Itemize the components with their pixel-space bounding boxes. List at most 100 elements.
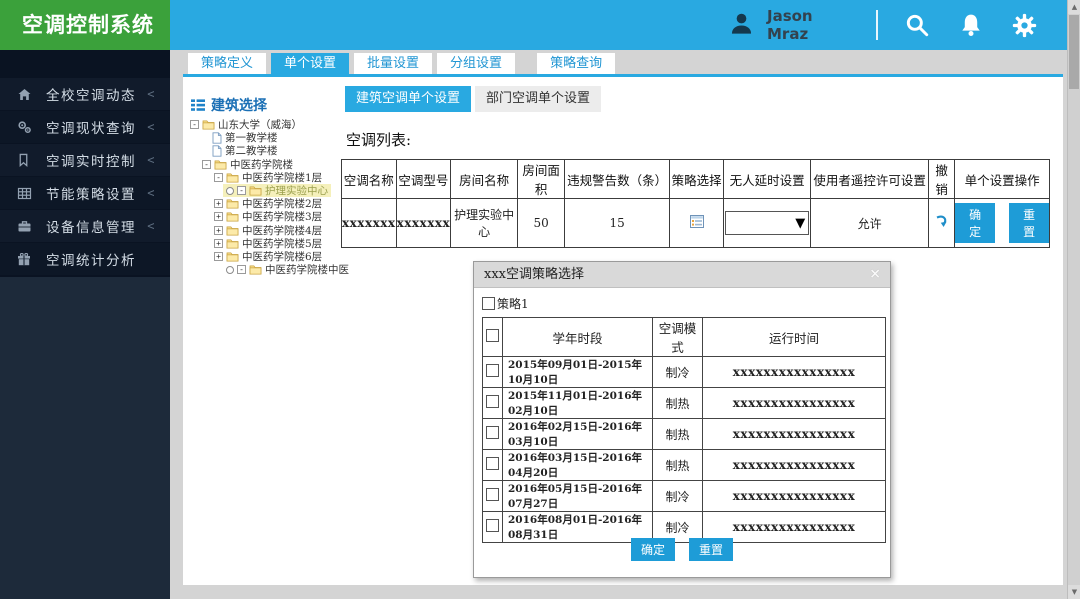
radio-icon[interactable]	[226, 265, 234, 274]
bell-icon[interactable]	[960, 13, 982, 37]
scroll-down-icon[interactable]: ▼	[1068, 585, 1080, 599]
header-right-area: Jason Mraz	[728, 0, 1067, 50]
gears-icon	[17, 120, 34, 134]
col-run-time: 运行时间	[702, 317, 886, 357]
expand-icon[interactable]: +	[214, 251, 223, 261]
cell-remote-permission: 允许	[810, 198, 930, 248]
tree-node[interactable]: - 中医药学院楼	[199, 158, 296, 171]
radio-icon[interactable]	[226, 186, 234, 195]
policy-row-runtime: xxxxxxxxxxxxxxxx	[702, 356, 886, 388]
tree-node[interactable]: 第一教学楼	[209, 131, 281, 144]
collapse-icon[interactable]: -	[237, 265, 246, 275]
list-icon	[191, 99, 205, 111]
policy-row-runtime: xxxxxxxxxxxxxxxx	[702, 449, 886, 481]
modal-title: xxx空调策略选择	[474, 262, 890, 288]
policy-row-mode: 制冷	[652, 356, 703, 388]
building-select-title: 建筑选择	[211, 98, 267, 114]
row-reset-button[interactable]: 重置	[1009, 203, 1050, 243]
policy-row-runtime: xxxxxxxxxxxxxxxx	[702, 418, 886, 450]
policy-row-4: 2016年03月15日-2016年04月20日 制热 xxxxxxxxxxxxxxx…	[482, 449, 886, 481]
policy-row-period: 2016年03月15日-2016年04月20日	[502, 449, 653, 481]
tree-node[interactable]: - 护理实验中心	[223, 183, 331, 198]
subtab-2[interactable]: 部门空调单个设置	[475, 86, 602, 112]
policy-row-checkbox[interactable]	[486, 519, 499, 532]
cell-ac-name: xxxxxxx	[341, 198, 397, 248]
expand-icon[interactable]: +	[214, 238, 223, 248]
col-ac-name: 空调名称	[341, 159, 397, 199]
delay-select-dropdown[interactable]: ▼	[725, 211, 810, 235]
tree-node[interactable]: + 中医药学院楼5层	[211, 237, 325, 250]
policy-select-modal: xxx空调策略选择 × 策略1 学年时段 空调模式 运行时间 2015年09月0…	[473, 261, 891, 578]
folder-icon	[202, 119, 215, 130]
tree-node[interactable]: + 中医药学院楼2层	[211, 197, 325, 210]
col-ac-mode: 空调模式	[652, 317, 703, 357]
tree-node[interactable]: - 山东大学（威海）	[187, 118, 305, 131]
collapse-icon[interactable]: -	[237, 186, 246, 196]
sidebar-item-3[interactable]: 空调实时控制 <	[0, 144, 170, 176]
scroll-up-icon[interactable]: ▲	[1068, 0, 1080, 14]
subtab-bar: 建筑空调单个设置 部门空调单个设置	[345, 86, 602, 112]
subtab-1[interactable]: 建筑空调单个设置	[345, 86, 472, 112]
tab-3[interactable]: 批量设置	[354, 53, 433, 74]
tab-4[interactable]: 分组设置	[437, 53, 516, 74]
folder-icon	[226, 211, 239, 222]
tab-1[interactable]: 策略定义	[188, 53, 267, 74]
policy-row-checkbox[interactable]	[486, 426, 499, 439]
collapse-icon[interactable]: -	[190, 120, 199, 130]
collapse-icon[interactable]: -	[202, 159, 211, 169]
sidebar-item-1[interactable]: 全校空调动态 <	[0, 78, 170, 110]
sidebar-item-label: 空调统计分析	[46, 253, 136, 269]
folder-icon	[226, 172, 239, 183]
modal-buttons: 确定 重置	[474, 538, 890, 561]
collapse-icon[interactable]: -	[214, 172, 223, 182]
row-confirm-button[interactable]: 确定	[955, 203, 996, 243]
policy-row-runtime: xxxxxxxxxxxxxxxx	[702, 387, 886, 419]
tree-node[interactable]: + 中医药学院楼3层	[211, 210, 325, 223]
sidebar-item-4[interactable]: 节能策略设置 <	[0, 177, 170, 209]
file-icon	[212, 145, 222, 157]
select-all-checkbox[interactable]	[486, 329, 499, 342]
undo-arrow-icon[interactable]	[934, 214, 949, 233]
expand-icon[interactable]: +	[214, 199, 223, 209]
sidebar-item-5[interactable]: 设备信息管理 <	[0, 210, 170, 242]
scrollbar-thumb[interactable]	[1069, 15, 1079, 89]
policy-row-checkbox[interactable]	[486, 395, 499, 408]
content-area: 策略定义 单个设置 批量设置 分组设置 策略查询 建筑选择 - 山东大学（威海） 第一教学楼…	[170, 50, 1067, 599]
policy-row-checkbox[interactable]	[486, 457, 499, 470]
expand-icon[interactable]: +	[214, 225, 223, 235]
sidebar-item-label: 节能策略设置	[46, 187, 136, 203]
modal-reset-button[interactable]: 重置	[689, 538, 734, 561]
tree-node[interactable]: - 中医药学院楼中医	[223, 263, 352, 276]
gift-icon	[17, 252, 34, 266]
modal-confirm-button[interactable]: 确定	[630, 538, 675, 561]
sidebar-item-2[interactable]: 空调现状查询 <	[0, 111, 170, 143]
policy-row-mode: 制冷	[652, 480, 703, 512]
chevron-left-icon: <	[147, 186, 156, 200]
col-undo: 撤销	[928, 159, 956, 199]
policy-row-runtime: xxxxxxxxxxxxxxxx	[702, 480, 886, 512]
policy-row-checkbox[interactable]	[486, 364, 499, 377]
gear-icon[interactable]	[1012, 13, 1037, 38]
policy-row-checkbox[interactable]	[486, 488, 499, 501]
expand-icon[interactable]: +	[214, 212, 223, 222]
tab-bar: 策略定义 单个设置 批量设置 分组设置 策略查询	[188, 53, 616, 74]
policy1-checkbox[interactable]	[482, 297, 495, 310]
tab-5[interactable]: 策略查询	[537, 53, 616, 74]
search-icon[interactable]	[904, 12, 930, 38]
close-icon[interactable]: ×	[869, 266, 881, 282]
vertical-scrollbar[interactable]: ▲ ▼	[1067, 0, 1080, 599]
app-window: Jason Mraz 空调控制系统 全校空调动态 < 空调现状查询 < 空调实时控制 < 节…	[0, 0, 1080, 599]
col-unattended-delay: 无人延时设置	[723, 159, 812, 199]
col-remote-permission: 使用者遥控许可设置	[810, 159, 930, 199]
tree-node[interactable]: - 中医药学院楼1层	[211, 171, 325, 184]
chevron-left-icon: <	[147, 120, 156, 134]
policy-grid-icon[interactable]	[689, 215, 704, 231]
sidebar-lower-area	[0, 277, 170, 599]
building-tree: - 山东大学（威海） 第一教学楼 第二教学楼 - 中医药学院楼 - 中医药学院楼1层 - 护理实验…	[187, 118, 349, 276]
sidebar-item-6[interactable]: 空调统计分析	[0, 243, 170, 275]
tree-node[interactable]: + 中医药学院楼4层	[211, 224, 325, 237]
tree-node[interactable]: 第二教学楼	[209, 144, 281, 157]
tree-node[interactable]: + 中医药学院楼6层	[211, 250, 325, 263]
tab-2[interactable]: 单个设置	[271, 53, 350, 74]
policy-row-period: 2015年11月01日-2016年02月10日	[502, 387, 653, 419]
